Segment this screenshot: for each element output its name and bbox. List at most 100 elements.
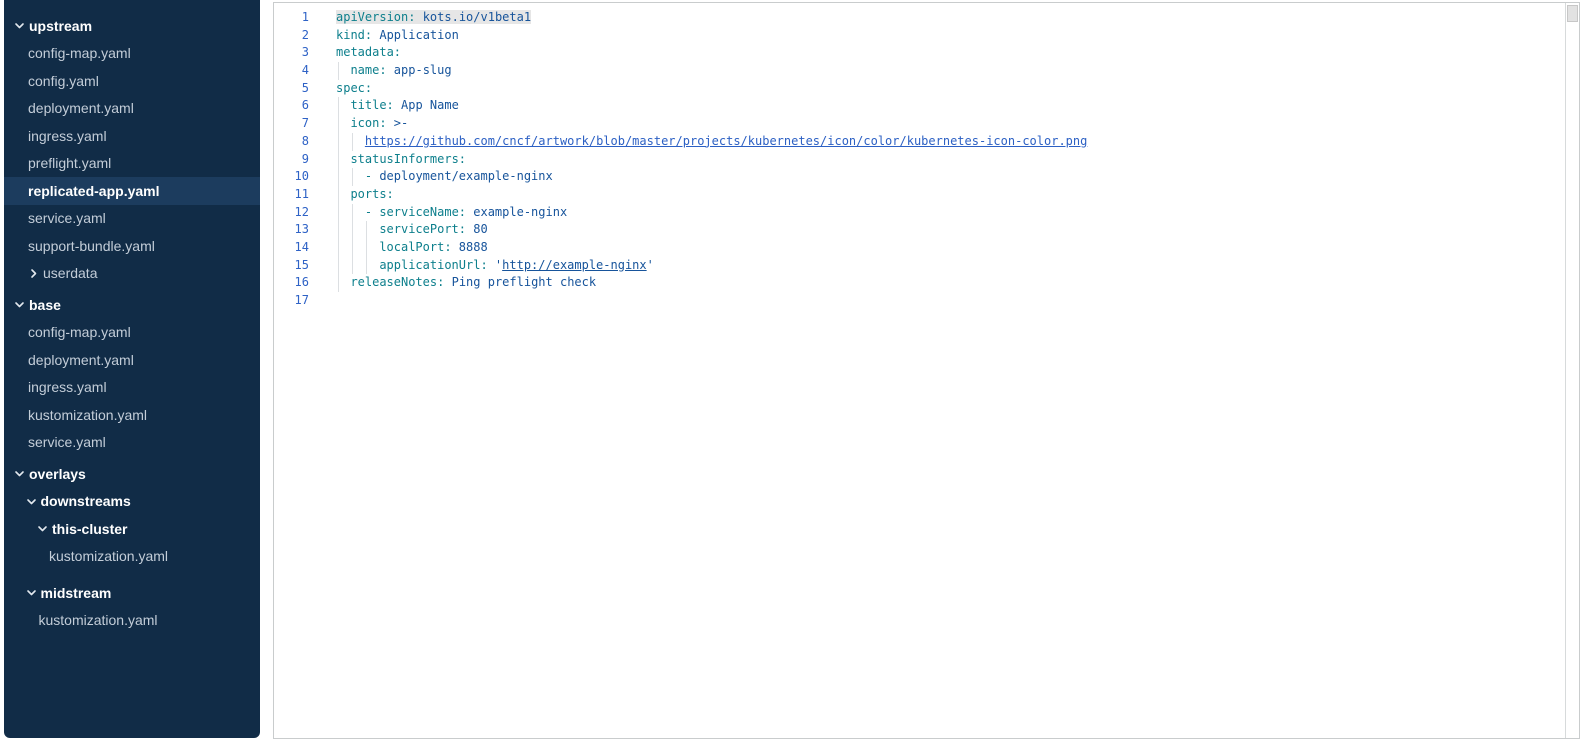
code-token: apiVersion: bbox=[336, 10, 423, 24]
code-line[interactable]: 11 ports: bbox=[274, 186, 1565, 204]
code-text: servicePort: 80 bbox=[379, 222, 487, 236]
code-line[interactable]: 7 icon: >- bbox=[274, 115, 1565, 133]
code-line-content[interactable]: servicePort: 80 bbox=[336, 221, 488, 239]
code-line-content[interactable]: icon: >- bbox=[336, 115, 408, 133]
code-line[interactable]: 13 servicePort: 80 bbox=[274, 221, 1565, 239]
line-number[interactable]: 9 bbox=[274, 151, 309, 169]
tree-item-upstream[interactable]: upstream bbox=[4, 12, 260, 40]
code-text: applicationUrl: 'http://example-nginx' bbox=[379, 258, 654, 272]
line-number[interactable]: 12 bbox=[274, 204, 309, 222]
line-number[interactable]: 8 bbox=[274, 133, 309, 151]
code-line[interactable]: 14 localPort: 8888 bbox=[274, 239, 1565, 257]
file-label: support-bundle.yaml bbox=[28, 238, 155, 254]
code-line[interactable]: 4 name: app-slug bbox=[274, 62, 1565, 80]
tree-item-config-map-yaml[interactable]: config-map.yaml bbox=[4, 319, 260, 347]
code-token: ' bbox=[647, 258, 654, 272]
tree-item-deployment-yaml[interactable]: deployment.yaml bbox=[4, 346, 260, 374]
code-line-content[interactable]: title: App Name bbox=[336, 97, 459, 115]
indent-guide bbox=[338, 186, 339, 204]
line-number[interactable]: 7 bbox=[274, 115, 309, 133]
line-number[interactable]: 16 bbox=[274, 274, 309, 292]
tree-item-kustomization-yaml[interactable]: kustomization.yaml bbox=[4, 543, 260, 571]
tree-item-preflight-yaml[interactable]: preflight.yaml bbox=[4, 150, 260, 178]
line-number[interactable]: 11 bbox=[274, 186, 309, 204]
tree-item-midstream[interactable]: midstream bbox=[4, 579, 260, 607]
line-number[interactable]: 3 bbox=[274, 44, 309, 62]
file-label: deployment.yaml bbox=[28, 100, 134, 116]
code-line[interactable]: 8 https://github.com/cncf/artwork/blob/ma… bbox=[274, 133, 1565, 151]
line-number[interactable]: 4 bbox=[274, 62, 309, 80]
code-line-content[interactable]: ports: bbox=[336, 186, 394, 204]
code-line-content[interactable]: - deployment/example-nginx bbox=[336, 168, 553, 186]
tree-item-kustomization-yaml[interactable]: kustomization.yaml bbox=[4, 401, 260, 429]
indent-guide bbox=[338, 133, 339, 151]
code-line-content[interactable]: apiVersion: kots.io/v1beta1 bbox=[336, 9, 531, 27]
file-label: config-map.yaml bbox=[28, 324, 131, 340]
tree-item-downstreams[interactable]: downstreams bbox=[4, 488, 260, 516]
tree-item-kustomization-yaml[interactable]: kustomization.yaml bbox=[4, 607, 260, 635]
line-number[interactable]: 5 bbox=[274, 80, 309, 98]
code-line-content[interactable]: kind: Application bbox=[336, 27, 459, 45]
code-line-content[interactable]: - serviceName: example-nginx bbox=[336, 204, 567, 222]
code-token: deployment/example-nginx bbox=[379, 169, 552, 183]
tree-item-ingress-yaml[interactable]: ingress.yaml bbox=[4, 122, 260, 150]
code-line-content[interactable]: statusInformers: bbox=[336, 151, 466, 169]
tree-item-replicated-app-yaml[interactable]: replicated-app.yaml bbox=[4, 177, 260, 205]
file-label: service.yaml bbox=[28, 434, 106, 450]
file-label: ingress.yaml bbox=[28, 379, 107, 395]
line-number[interactable]: 17 bbox=[274, 292, 309, 310]
code-line[interactable]: 16 releaseNotes: Ping preflight check bbox=[274, 274, 1565, 292]
tree-item-ingress-yaml[interactable]: ingress.yaml bbox=[4, 374, 260, 402]
code-line-content[interactable]: releaseNotes: Ping preflight check bbox=[336, 274, 596, 292]
line-number[interactable]: 14 bbox=[274, 239, 309, 257]
code-line[interactable]: 12 - serviceName: example-nginx bbox=[274, 204, 1565, 222]
code-line-content[interactable]: applicationUrl: 'http://example-nginx' bbox=[336, 257, 654, 275]
file-label: ingress.yaml bbox=[28, 128, 107, 144]
code-editor[interactable]: 1 apiVersion: kots.io/v1beta1 2 kind: Appli… bbox=[274, 3, 1565, 738]
line-number[interactable]: 10 bbox=[274, 168, 309, 186]
line-number[interactable]: 15 bbox=[274, 257, 309, 275]
tree-item-overlays[interactable]: overlays bbox=[4, 460, 260, 488]
tree-item-support-bundle-yaml[interactable]: support-bundle.yaml bbox=[4, 232, 260, 260]
code-token: metadata: bbox=[336, 45, 401, 59]
code-text: kind: Application bbox=[336, 28, 459, 42]
code-line[interactable]: 6 title: App Name bbox=[274, 97, 1565, 115]
code-line[interactable]: 5 spec: bbox=[274, 80, 1565, 98]
indent-guide bbox=[352, 239, 353, 257]
line-number[interactable]: 2 bbox=[274, 27, 309, 45]
scrollbar[interactable] bbox=[1565, 3, 1579, 738]
indent-guide bbox=[338, 257, 339, 275]
code-line-content[interactable]: localPort: 8888 bbox=[336, 239, 488, 257]
code-line[interactable]: 9 statusInformers: bbox=[274, 151, 1565, 169]
tree-item-config-yaml[interactable]: config.yaml bbox=[4, 67, 260, 95]
code-line-content[interactable]: metadata: bbox=[336, 44, 401, 62]
code-link[interactable]: http://example-nginx bbox=[502, 258, 647, 272]
tree-item-this-cluster[interactable]: this-cluster bbox=[4, 515, 260, 543]
tree-item-base[interactable]: base bbox=[4, 291, 260, 319]
yaml-editor-pane[interactable]: 1 apiVersion: kots.io/v1beta1 2 kind: Appli… bbox=[273, 2, 1580, 739]
file-label: config.yaml bbox=[28, 73, 99, 89]
code-line[interactable]: 3 metadata: bbox=[274, 44, 1565, 62]
tree-item-service-yaml[interactable]: service.yaml bbox=[4, 205, 260, 233]
line-number[interactable]: 13 bbox=[274, 221, 309, 239]
tree-item-config-map-yaml[interactable]: config-map.yaml bbox=[4, 40, 260, 68]
code-line[interactable]: 10 - deployment/example-nginx bbox=[274, 168, 1565, 186]
indent-guide bbox=[366, 221, 367, 239]
code-line-content[interactable]: name: app-slug bbox=[336, 62, 452, 80]
code-line-content[interactable]: https://github.com/cncf/artwork/blob/mas… bbox=[336, 133, 1087, 151]
tree-item-deployment-yaml[interactable]: deployment.yaml bbox=[4, 95, 260, 123]
file-tree-sidebar[interactable]: upstreamconfig-map.yamlconfig.yamldeploy… bbox=[4, 0, 260, 738]
code-link[interactable]: https://github.com/cncf/artwork/blob/mas… bbox=[365, 134, 1087, 148]
code-line-content[interactable]: spec: bbox=[336, 80, 372, 98]
code-line[interactable]: 2 kind: Application bbox=[274, 27, 1565, 45]
line-number[interactable]: 6 bbox=[274, 97, 309, 115]
code-line[interactable]: 15 applicationUrl: 'http://example-nginx' bbox=[274, 257, 1565, 275]
indent-guide bbox=[366, 257, 367, 275]
code-line[interactable]: 1 apiVersion: kots.io/v1beta1 bbox=[274, 9, 1565, 27]
tree-item-service-yaml[interactable]: service.yaml bbox=[4, 429, 260, 457]
line-number[interactable]: 1 bbox=[274, 9, 309, 27]
code-token: example-nginx bbox=[473, 205, 567, 219]
code-token: spec: bbox=[336, 81, 372, 95]
code-line[interactable]: 17 bbox=[274, 292, 1565, 310]
tree-item-userdata[interactable]: userdata bbox=[4, 260, 260, 288]
